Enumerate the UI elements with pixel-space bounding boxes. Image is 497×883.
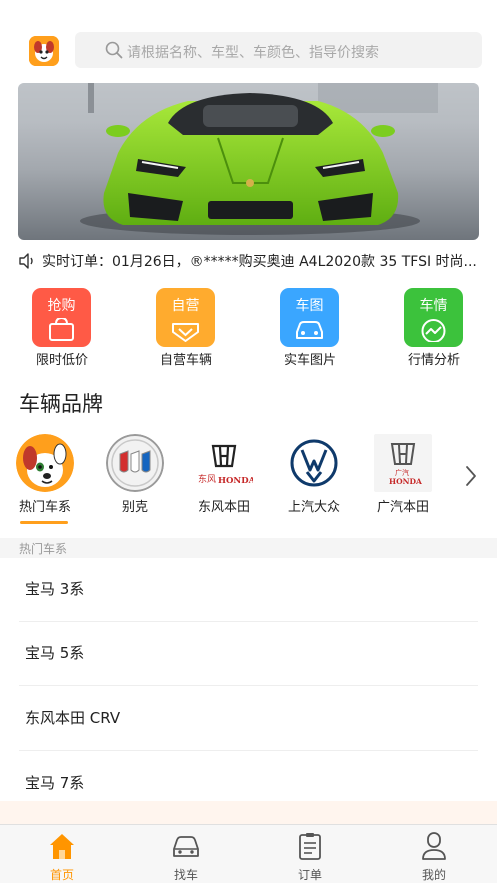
svg-text:东风: 东风 bbox=[198, 473, 216, 485]
brand-item-gac-honda[interactable]: 广汽 HONDA 广汽本田 bbox=[363, 434, 443, 524]
section-title-brands: 车辆品牌 bbox=[19, 392, 103, 416]
search-input[interactable]: 请根据名称、车型、车颜色、指导价搜索 bbox=[75, 32, 482, 68]
brand-label: 广汽本田 bbox=[376, 500, 429, 515]
app-logo-icon bbox=[29, 36, 59, 66]
brand-label: 热门车系 bbox=[18, 500, 71, 515]
brand-active-indicator bbox=[20, 521, 68, 524]
tab-label: 首页 bbox=[49, 868, 74, 882]
quick-entry-icon-text: 抢购 bbox=[47, 298, 76, 314]
brand-item-saic-vw[interactable]: 上汽大众 bbox=[274, 434, 354, 524]
search-icon bbox=[105, 41, 123, 59]
brand-label: 上汽大众 bbox=[287, 500, 340, 515]
car-icon: 车图 bbox=[280, 288, 339, 347]
divider bbox=[19, 750, 478, 751]
order-list-icon bbox=[299, 833, 321, 860]
trend-chart-icon: 车情 bbox=[404, 288, 463, 347]
svg-text:广汽: 广汽 bbox=[395, 468, 409, 477]
search-placeholder: 请根据名称、车型、车颜色、指导价搜索 bbox=[127, 45, 379, 61]
promo-banner[interactable] bbox=[18, 83, 479, 240]
list-item[interactable]: 宝马 3系 bbox=[0, 558, 497, 622]
dongfeng-honda-logo-icon: 东风 HONDA bbox=[195, 434, 253, 492]
list-item-label: 宝马 7系 bbox=[25, 774, 85, 792]
vw-logo-icon bbox=[285, 434, 343, 492]
list-item-label: 东风本田 CRV bbox=[25, 709, 121, 727]
tab-label: 找车 bbox=[173, 868, 198, 882]
divider bbox=[19, 685, 478, 686]
user-icon bbox=[422, 832, 446, 860]
home-icon bbox=[50, 834, 74, 859]
shopping-bag-icon: 抢购 bbox=[32, 288, 91, 347]
tab-label: 订单 bbox=[297, 868, 322, 882]
quick-entry-label: 限时低价 bbox=[35, 353, 88, 368]
peach-strip bbox=[0, 801, 497, 825]
list-item-label: 宝马 3系 bbox=[25, 580, 85, 598]
quick-entry-market-analysis[interactable]: 车情 行情分析 bbox=[394, 288, 474, 370]
quick-entry-label: 行情分析 bbox=[407, 353, 460, 368]
ticker-text: 实时订单：01月26日，®*****购买奥迪 A4L2020款 35 TFSI … bbox=[42, 254, 477, 270]
quick-entry-label: 实车图片 bbox=[283, 353, 336, 368]
speaker-icon bbox=[19, 253, 33, 269]
top-bar: 请根据名称、车型、车颜色、指导价搜索 bbox=[0, 30, 497, 72]
gac-honda-logo-icon: 广汽 HONDA bbox=[374, 434, 432, 492]
tab-mine[interactable]: 我的 bbox=[372, 825, 496, 883]
order-ticker[interactable]: 实时订单：01月26日，®*****购买奥迪 A4L2020款 35 TFSI … bbox=[18, 249, 488, 273]
quick-entry-self-operated[interactable]: 自营 自营车辆 bbox=[146, 288, 226, 370]
tab-label: 我的 bbox=[421, 868, 446, 882]
buick-logo-icon bbox=[106, 434, 164, 492]
list-item-label: 宝马 5系 bbox=[25, 644, 85, 662]
quick-entry-icon-text: 自营 bbox=[171, 298, 200, 314]
brand-item-buick[interactable]: 别克 bbox=[95, 434, 175, 524]
hot-series-header: 热门车系 bbox=[0, 538, 497, 558]
hot-series-header-label: 热门车系 bbox=[19, 542, 68, 556]
car-icon bbox=[173, 836, 199, 857]
brand-item-dongfeng-honda[interactable]: 东风 HONDA 东风本田 bbox=[184, 434, 264, 524]
check-badge-icon: 自营 bbox=[156, 288, 215, 347]
chevron-right-icon[interactable] bbox=[464, 465, 478, 487]
quick-entry-flash-sale[interactable]: 抢购 限时低价 bbox=[22, 288, 102, 370]
bottom-tab-bar: 首页 找车 订单 我的 bbox=[0, 824, 497, 883]
svg-text:HONDA: HONDA bbox=[218, 476, 253, 486]
quick-entry-label: 自营车辆 bbox=[159, 353, 212, 368]
tab-orders[interactable]: 订单 bbox=[248, 825, 372, 883]
list-item[interactable]: 东风本田 CRV bbox=[0, 687, 497, 751]
quick-entry-real-photos[interactable]: 车图 实车图片 bbox=[270, 288, 350, 370]
quick-entry-icon-text: 车图 bbox=[295, 298, 324, 314]
tab-find-car[interactable]: 找车 bbox=[124, 825, 248, 883]
svg-text:HONDA: HONDA bbox=[389, 477, 422, 486]
brand-label: 别克 bbox=[121, 500, 148, 515]
brand-label: 东风本田 bbox=[197, 500, 250, 515]
list-item[interactable]: 宝马 5系 bbox=[0, 622, 497, 686]
mascot-dog-icon bbox=[16, 434, 74, 492]
brand-item-hot-series[interactable]: 热门车系 bbox=[5, 434, 85, 524]
quick-entry-icon-text: 车情 bbox=[419, 298, 448, 314]
tab-home[interactable]: 首页 bbox=[0, 825, 124, 883]
